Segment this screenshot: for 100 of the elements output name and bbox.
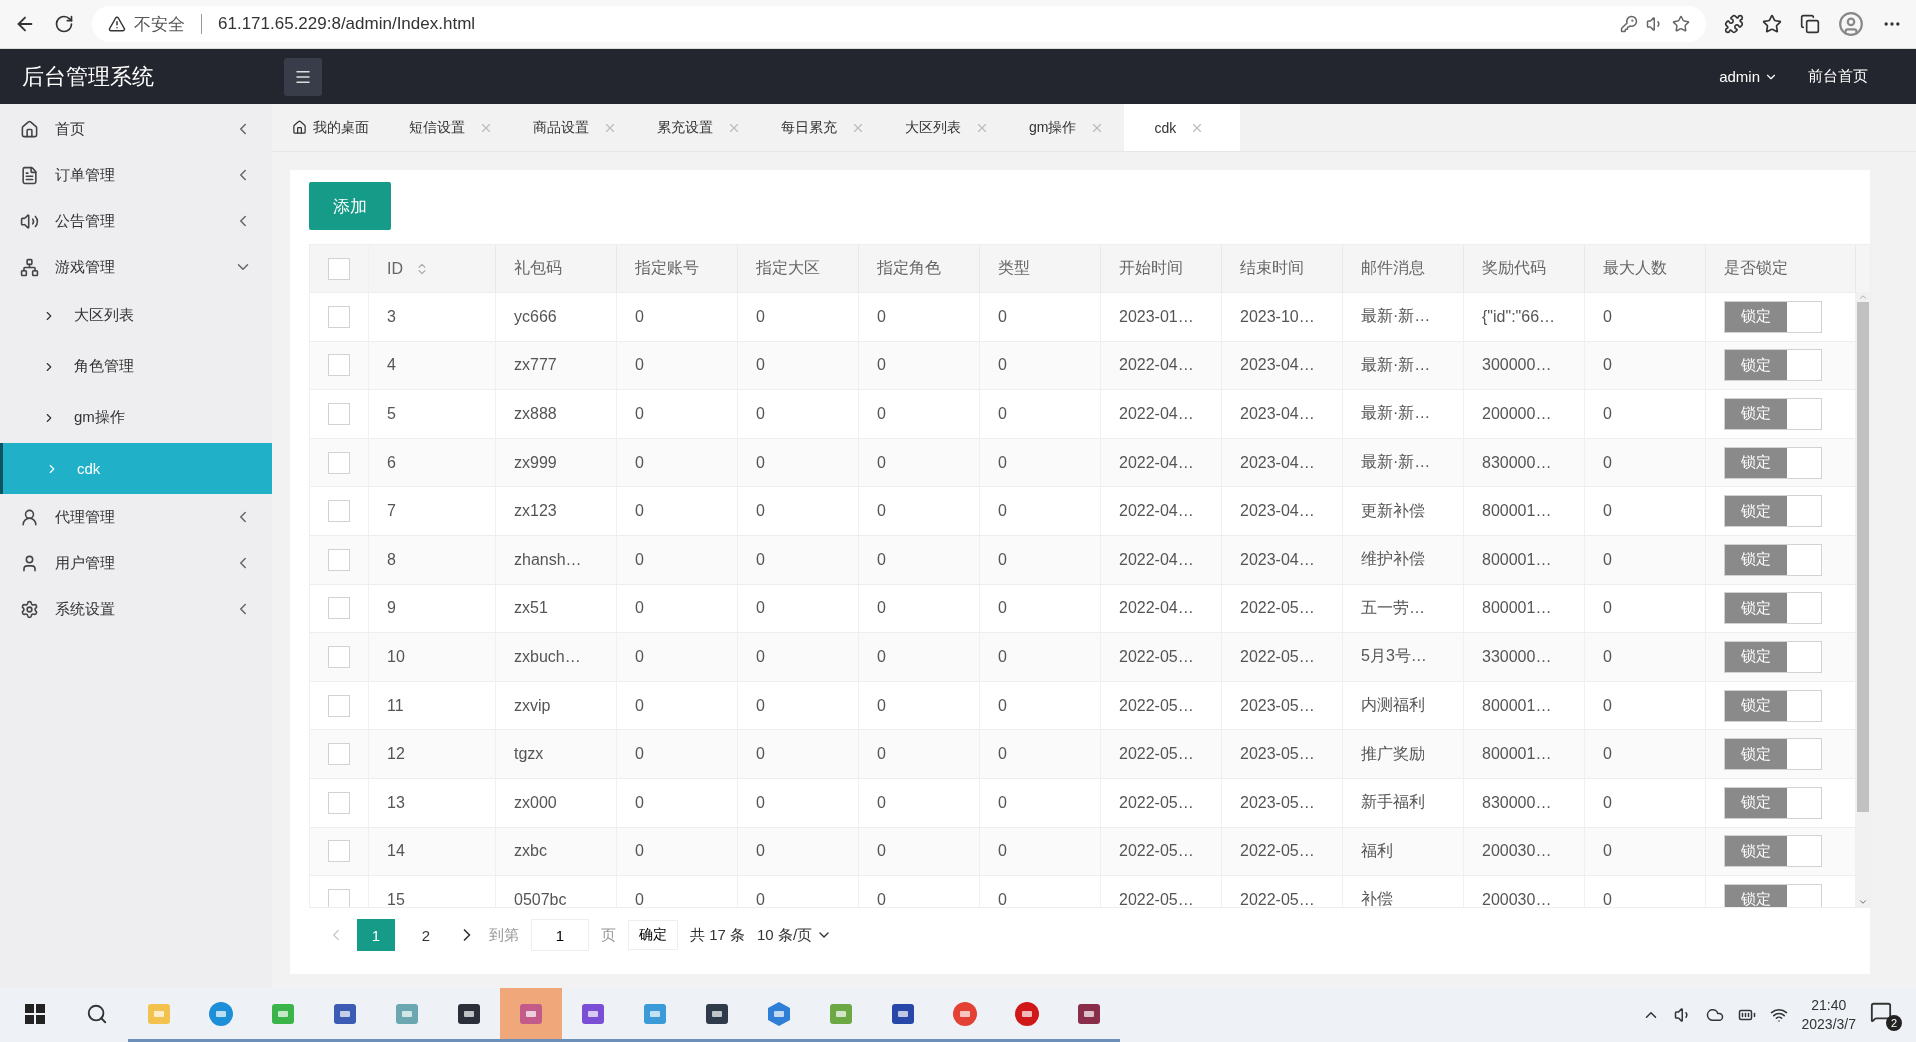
table-cell: 10 — [369, 633, 496, 681]
table-cell: 2022-05… — [1222, 633, 1343, 681]
row-checkbox[interactable] — [328, 548, 350, 571]
table-cell: 推广奖励 — [1343, 730, 1464, 778]
tab[interactable]: 短信设置 — [389, 104, 513, 151]
table-cell: 0 — [980, 293, 1101, 341]
scroll-down-icon[interactable] — [1858, 897, 1868, 907]
wifi-icon[interactable] — [1769, 1006, 1788, 1024]
page-suffix: 页 — [601, 925, 616, 945]
table-cell: 0 — [738, 730, 859, 778]
table-cell: 0 — [617, 730, 738, 778]
sidebar-item[interactable]: 首页 — [0, 106, 272, 152]
tab[interactable]: 我的桌面 — [272, 104, 389, 151]
tab[interactable]: 每日累充 — [761, 104, 885, 151]
tab[interactable]: 大区列表 — [885, 104, 1009, 151]
row-checkbox[interactable] — [328, 451, 350, 474]
submenu-item[interactable]: 角色管理 — [0, 341, 272, 392]
favorites-icon[interactable] — [1762, 14, 1782, 34]
confirm-button[interactable]: 确定 — [628, 920, 678, 950]
tab[interactable]: gm操作 — [1009, 104, 1125, 151]
sidebar-item[interactable]: 订单管理 — [0, 152, 272, 198]
row-checkbox[interactable] — [328, 597, 350, 620]
sitemap-icon — [20, 257, 39, 277]
scroll-up-icon[interactable] — [1858, 292, 1868, 302]
table-cell: 800001… — [1464, 730, 1585, 778]
sidebar-item[interactable]: 代理管理 — [0, 494, 272, 540]
row-checkbox[interactable] — [328, 500, 350, 523]
page-input[interactable]: 1 — [531, 919, 589, 951]
scrollbar[interactable] — [1856, 292, 1870, 907]
windows-icon — [25, 1003, 45, 1024]
table-cell: 2023-01… — [1101, 293, 1222, 341]
submenu-item[interactable]: 大区列表 — [0, 290, 272, 341]
table-cell: 0 — [617, 633, 738, 681]
row-checkbox[interactable] — [328, 888, 350, 907]
table-cell: 新手福利 — [1343, 778, 1464, 827]
refresh-button[interactable] — [54, 14, 74, 34]
table-cell: 2022-04… — [1101, 487, 1222, 535]
menu-button[interactable] — [284, 57, 322, 96]
clock[interactable]: 21:40 2023/3/7 — [1801, 996, 1856, 1034]
table-cell: 最新·新… — [1343, 390, 1464, 438]
row-checkbox[interactable] — [328, 694, 350, 717]
table-cell: 补偿 — [1343, 876, 1464, 907]
table-cell: 0 — [1585, 487, 1706, 535]
address-bar[interactable]: 不安全 61.171.65.229:8/admin/Index.html — [92, 6, 1706, 42]
warning-icon — [108, 15, 126, 33]
url-text: 61.171.65.229:8/admin/Index.html — [218, 14, 477, 34]
row-checkbox[interactable] — [328, 743, 350, 766]
tab[interactable]: 累充设置 — [637, 104, 761, 151]
table-cell: 0 — [738, 633, 859, 681]
table-cell: 0 — [859, 876, 980, 907]
app-title: 后台管理系统 — [22, 62, 155, 91]
select-all-checkbox[interactable] — [328, 257, 350, 280]
sidebar-item[interactable]: 系统设置 — [0, 586, 272, 632]
speaker-icon — [20, 211, 39, 231]
table-cell: 0 — [1585, 633, 1706, 681]
table-cell: 维护补偿 — [1343, 535, 1464, 584]
table-cell: 2023-10… — [1222, 293, 1343, 341]
table-cell: 0 — [617, 778, 738, 827]
row-checkbox[interactable] — [328, 645, 350, 668]
table-cell: 800001… — [1464, 487, 1585, 535]
key-icon[interactable] — [1620, 15, 1638, 33]
table-cell: 800001… — [1464, 535, 1585, 584]
row-checkbox[interactable] — [328, 305, 350, 328]
table-cell: 0 — [859, 487, 980, 535]
home-link[interactable]: 前台首页 — [1808, 67, 1868, 86]
table-cell: 0 — [859, 390, 980, 438]
row-checkbox[interactable] — [328, 403, 350, 425]
goto-label: 到第 — [489, 925, 519, 945]
user-menu[interactable]: admin — [1719, 68, 1778, 85]
table-cell: 更新补偿 — [1343, 487, 1464, 535]
table-cell: 5 — [369, 390, 496, 438]
table-cell: 0 — [1585, 778, 1706, 827]
sidebar-item[interactable]: 游戏管理 — [0, 244, 272, 290]
table-cell: 2022-04… — [1101, 535, 1222, 584]
submenu-item[interactable]: gm操作 — [0, 392, 272, 443]
table-cell: 0 — [1585, 730, 1706, 778]
tab[interactable]: cdk — [1124, 104, 1241, 151]
page-button[interactable]: 2 — [407, 919, 445, 951]
row-checkbox[interactable] — [328, 354, 350, 377]
table-cell: 3 — [369, 293, 496, 341]
table-cell: yc666 — [496, 293, 617, 341]
tab[interactable]: 商品设置 — [513, 104, 637, 151]
table-cell: 0 — [980, 730, 1101, 778]
table-cell: 2023-04… — [1222, 390, 1343, 438]
table-cell: 0 — [617, 487, 738, 535]
sidebar-item[interactable]: 用户管理 — [0, 540, 272, 586]
notifications-button[interactable]: 2 — [1870, 999, 1902, 1031]
row-checkbox[interactable] — [328, 791, 350, 814]
table-cell: 0 — [617, 535, 738, 584]
table-cell: zx000 — [496, 778, 617, 827]
sidebar-item[interactable]: 公告管理 — [0, 198, 272, 244]
page-size-select[interactable]: 10 条/页 — [757, 925, 833, 945]
favorite-icon[interactable] — [1672, 15, 1690, 33]
profile-icon[interactable] — [1838, 11, 1864, 37]
settings-icon — [20, 599, 39, 619]
extensions-icon[interactable] — [1724, 14, 1744, 34]
table-cell: 2023-04… — [1222, 487, 1343, 535]
cloud-icon[interactable] — [1705, 1006, 1724, 1024]
row-checkbox[interactable] — [328, 840, 350, 863]
collections-icon[interactable] — [1800, 14, 1820, 34]
